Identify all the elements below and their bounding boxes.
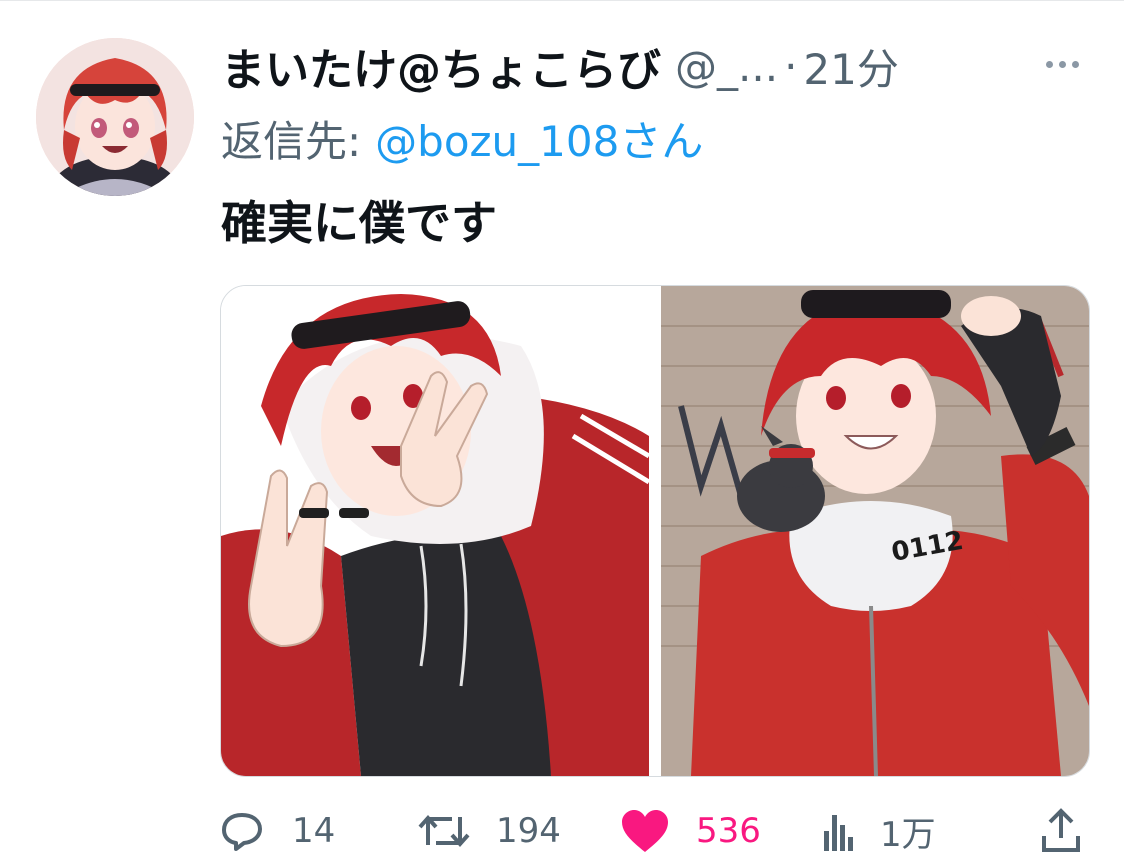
- user-handle[interactable]: @_...: [675, 42, 778, 91]
- share-upload-icon: [1040, 808, 1082, 854]
- anime-illustration-brick-wall: 0112: [661, 286, 1089, 776]
- media-image-2[interactable]: 0112: [661, 286, 1089, 776]
- retweet-count: 194: [496, 811, 561, 851]
- bar-chart-icon: [824, 809, 854, 853]
- views-button[interactable]: 1万: [824, 800, 936, 862]
- like-button[interactable]: 536: [620, 800, 761, 862]
- views-count: 1万: [880, 814, 936, 855]
- more-dot: [1058, 60, 1066, 68]
- timestamp[interactable]: 21分: [803, 36, 898, 97]
- speech-bubble-icon: [218, 807, 266, 855]
- avatar-illustration: [36, 38, 194, 196]
- more-dot: [1071, 60, 1079, 68]
- action-bar: 14 194 536 1万: [218, 800, 1098, 862]
- tweet-header: まいたけ@ちょこらび @_... · 21分: [221, 34, 899, 98]
- more-button[interactable]: [1038, 40, 1086, 88]
- reply-context: 返信先: @bozu_108さん: [221, 108, 703, 168]
- heart-icon: [620, 808, 670, 854]
- reply-count: 14: [292, 811, 336, 851]
- media-grid: 0112: [220, 285, 1090, 777]
- retweet-arrows-icon: [418, 807, 470, 855]
- avatar[interactable]: [36, 38, 194, 196]
- reply-button[interactable]: 14: [218, 800, 335, 862]
- reply-target-link[interactable]: @bozu_108さん: [375, 108, 703, 169]
- top-divider: [0, 0, 1124, 1]
- retweet-button[interactable]: 194: [418, 800, 561, 862]
- media-image-1[interactable]: [221, 286, 649, 776]
- like-count: 536: [696, 811, 761, 851]
- tweet-text: 確実に僕です: [221, 196, 497, 250]
- display-name[interactable]: まいたけ@ちょこらび: [221, 34, 661, 98]
- separator-dot: ·: [784, 41, 798, 91]
- share-button[interactable]: [1040, 800, 1082, 862]
- more-dots-icon: [1045, 60, 1053, 68]
- reply-prefix: 返信先:: [221, 116, 362, 166]
- anime-illustration-peace-sign: [221, 286, 649, 776]
